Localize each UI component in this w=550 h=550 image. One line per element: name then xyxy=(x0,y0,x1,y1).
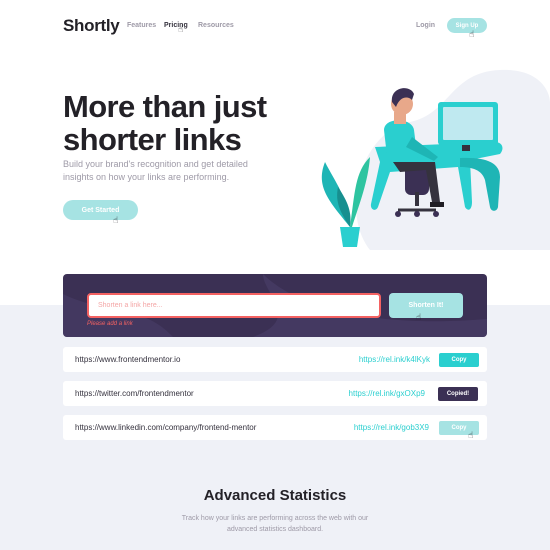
shorten-form: Shorten a link here... Please add a link… xyxy=(63,274,487,337)
short-link[interactable]: https://rel.ink/gxOXp9 xyxy=(349,389,425,398)
nav-features[interactable]: Features xyxy=(127,22,156,29)
hand-cursor-icon: ☝ xyxy=(469,29,475,39)
nav-pricing[interactable]: Pricing xyxy=(164,22,188,29)
result-row: https://www.frontendmentor.io https://re… xyxy=(63,347,487,372)
copied-button[interactable]: Copied! xyxy=(438,387,478,401)
original-link: https://www.frontendmentor.io xyxy=(75,355,181,364)
logo[interactable]: Shortly xyxy=(63,16,120,36)
original-link: https://twitter.com/frontendmentor xyxy=(75,389,194,398)
result-row: https://www.linkedin.com/company/fronten… xyxy=(63,415,487,440)
result-row: https://twitter.com/frontendmentor https… xyxy=(63,381,487,406)
copy-button[interactable]: Copy xyxy=(439,353,479,367)
shorten-it-button[interactable]: Shorten It! xyxy=(389,293,463,318)
section-description: Track how your links are performing acro… xyxy=(181,515,369,534)
section-title: Advanced Statistics xyxy=(203,487,347,504)
hand-cursor-icon: ☝ xyxy=(113,215,119,225)
hand-cursor-icon: ☝ xyxy=(178,24,184,34)
site-header: Shortly Features Pricing Resources Login… xyxy=(63,14,487,40)
hand-cursor-icon: ☝ xyxy=(468,430,474,440)
hand-cursor-icon: ☝ xyxy=(416,312,422,322)
working-person-illustration xyxy=(321,69,550,250)
signup-button[interactable]: Sign Up xyxy=(447,18,487,33)
hero-title: More than just shorter links xyxy=(63,89,267,158)
shorten-link-input[interactable]: Shorten a link here... xyxy=(87,293,381,318)
nav-resources[interactable]: Resources xyxy=(198,22,234,29)
short-link[interactable]: https://rel.ink/gob3X9 xyxy=(354,423,429,432)
hero-description: Build your brand's recognition and get d… xyxy=(63,159,248,183)
short-link[interactable]: https://rel.ink/k4lKyk xyxy=(359,355,430,364)
shorten-error-message: Please add a link xyxy=(87,321,133,327)
original-link: https://www.linkedin.com/company/fronten… xyxy=(75,423,257,432)
get-started-button[interactable]: Get Started xyxy=(63,200,138,220)
login-link[interactable]: Login xyxy=(416,22,435,29)
